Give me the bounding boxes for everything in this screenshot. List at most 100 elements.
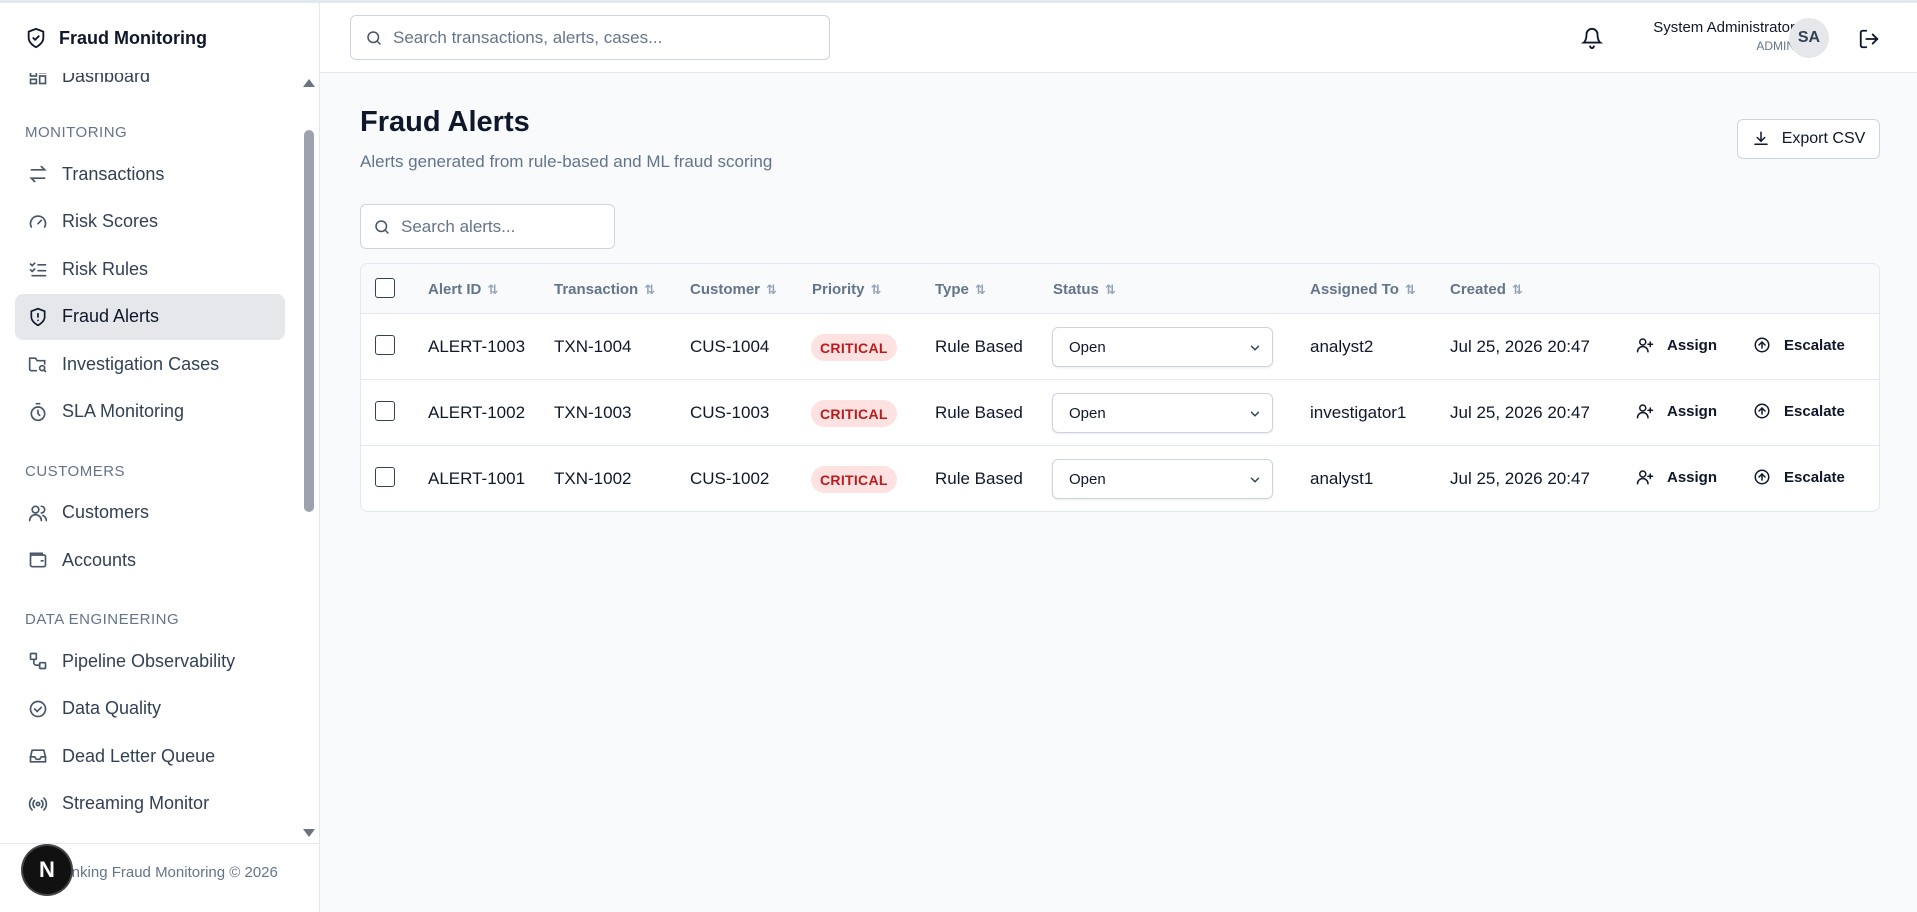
assigned-to-cell: investigator1 <box>1310 403 1407 422</box>
global-search-input[interactable] <box>393 27 813 48</box>
assign-button[interactable]: Assign <box>1636 402 1717 420</box>
sidebar-item-transactions[interactable]: Transactions <box>15 151 285 197</box>
column-type[interactable]: Type ⇅ <box>935 281 986 298</box>
column-label: Customer <box>690 281 761 298</box>
arrow-up-circle-icon <box>1754 337 1770 353</box>
timer-icon <box>30 402 46 421</box>
sidebar-item-risk-scores[interactable]: Risk Scores <box>15 199 285 245</box>
transaction-cell: TXN-1004 <box>554 337 632 356</box>
workflow-icon <box>29 652 47 670</box>
alerts-search-input[interactable] <box>401 216 601 237</box>
sidebar-item-dead-letter-queue[interactable]: Dead Letter Queue <box>15 733 285 779</box>
created-cell: Jul 25, 2026 20:47 <box>1450 469 1590 488</box>
user-plus-icon <box>1636 338 1654 353</box>
priority-badge: CRITICAL <box>811 400 897 427</box>
logout-icon[interactable] <box>1858 28 1880 50</box>
assign-button[interactable]: Assign <box>1636 336 1717 354</box>
arrows-exchange-icon <box>29 165 47 183</box>
export-csv-button[interactable]: Export CSV <box>1737 119 1880 159</box>
global-search[interactable] <box>350 15 830 60</box>
sidebar-item-fraud-alerts[interactable]: Fraud Alerts <box>15 293 285 340</box>
column-assigned-to[interactable]: Assigned To ⇅ <box>1310 281 1416 298</box>
sidebar-scrollbar[interactable] <box>300 73 318 843</box>
status-select[interactable]: Open <box>1052 393 1273 433</box>
sidebar: Fraud Monitoring Dashboard MONITORING Tr… <box>0 0 320 912</box>
row-checkbox[interactable] <box>375 467 395 487</box>
sidebar-item-label: Streaming Monitor <box>62 793 210 813</box>
sidebar-nav[interactable]: Dashboard MONITORING Transactions Risk S… <box>0 73 300 843</box>
escalate-button[interactable]: Escalate <box>1753 402 1845 420</box>
user-info: System Administrator ADMIN <box>1620 19 1795 53</box>
table-row[interactable]: ALERT-1001 TXN-1002 CUS-1002 CRITICAL Ru… <box>361 446 1879 511</box>
escalate-label: Escalate <box>1784 468 1845 486</box>
sidebar-item-risk-rules[interactable]: Risk Rules <box>15 246 285 292</box>
n-badge[interactable]: N <box>23 846 71 894</box>
user-role: ADMIN <box>1756 39 1795 53</box>
row-checkbox[interactable] <box>375 401 395 421</box>
sidebar-item-investigation-cases[interactable]: Investigation Cases <box>15 341 285 387</box>
column-label: Transaction <box>554 281 639 298</box>
status-select[interactable]: Open <box>1052 459 1273 499</box>
sidebar-item-label: Transactions <box>62 163 165 184</box>
select-all-checkbox[interactable] <box>375 278 395 298</box>
assign-button[interactable]: Assign <box>1636 468 1717 486</box>
chevron-down-icon <box>1250 477 1260 483</box>
escalate-label: Escalate <box>1784 402 1845 420</box>
sidebar-item-accounts[interactable]: Accounts <box>15 537 285 583</box>
row-checkbox[interactable] <box>375 335 395 355</box>
sidebar-item-streaming-monitor[interactable]: Streaming Monitor <box>15 781 285 827</box>
list-checks-icon <box>29 262 47 277</box>
users-icon <box>28 505 48 521</box>
sidebar-item-dashboard[interactable]: Dashboard <box>15 73 285 99</box>
escalate-button[interactable]: Escalate <box>1753 336 1845 354</box>
column-customer[interactable]: Customer ⇅ <box>690 281 777 298</box>
alert-id-cell: ALERT-1001 <box>428 469 526 488</box>
sidebar-item-sla-monitoring[interactable]: SLA Monitoring <box>15 389 285 435</box>
status-select[interactable]: Open <box>1052 327 1273 367</box>
bell-icon[interactable] <box>1581 27 1603 49</box>
wallet-icon <box>29 552 47 568</box>
column-status[interactable]: Status ⇅ <box>1053 281 1116 298</box>
nav-section-customers: CUSTOMERS <box>25 462 126 480</box>
customer-cell: CUS-1003 <box>690 403 770 422</box>
avatar[interactable]: SA <box>1789 18 1829 58</box>
alert-id-cell: ALERT-1002 <box>428 403 526 422</box>
page-title: Fraud Alerts <box>360 106 530 138</box>
top-header: System Administrator ADMIN SA <box>320 3 1917 73</box>
nav-section-data-engineering: DATA ENGINEERING <box>25 611 180 628</box>
shield-check-icon <box>27 27 45 49</box>
sidebar-item-pipeline-observability[interactable]: Pipeline Observability <box>15 638 285 684</box>
scroll-up-arrow[interactable] <box>303 79 315 87</box>
user-plus-icon <box>1636 404 1654 419</box>
column-alert-id[interactable]: Alert ID ⇅ <box>428 281 498 298</box>
brand-title: Fraud Monitoring <box>59 27 207 48</box>
column-label: Alert ID <box>428 281 482 298</box>
table-row[interactable]: ALERT-1002 TXN-1003 CUS-1003 CRITICAL Ru… <box>361 380 1879 446</box>
sidebar-item-customers[interactable]: Customers <box>15 490 285 536</box>
assign-label: Assign <box>1667 402 1718 420</box>
escalate-label: Escalate <box>1784 336 1845 354</box>
scroll-thumb[interactable] <box>304 130 314 512</box>
type-cell: Rule Based <box>935 469 1023 488</box>
sidebar-item-label: Pipeline Observability <box>62 650 236 671</box>
sidebar-item-data-quality[interactable]: Data Quality <box>15 686 285 732</box>
escalate-button[interactable]: Escalate <box>1753 468 1845 486</box>
status-value: Open <box>1069 404 1106 422</box>
table-row[interactable]: ALERT-1003 TXN-1004 CUS-1004 CRITICAL Ru… <box>361 314 1879 380</box>
sidebar-item-label: Risk Scores <box>62 211 159 231</box>
column-created[interactable]: Created ⇅ <box>1450 281 1523 298</box>
shield-alert-icon <box>30 307 46 326</box>
column-priority[interactable]: Priority ⇅ <box>812 281 881 298</box>
scroll-down-arrow[interactable] <box>303 829 315 837</box>
assigned-to-cell: analyst1 <box>1310 469 1374 488</box>
status-value: Open <box>1069 470 1106 488</box>
sidebar-item-label: Dead Letter Queue <box>62 745 216 766</box>
created-cell: Jul 25, 2026 20:47 <box>1450 337 1590 356</box>
sidebar-item-label: Fraud Alerts <box>62 306 160 326</box>
arrow-up-circle-icon <box>1754 403 1770 419</box>
column-transaction[interactable]: Transaction ⇅ <box>554 281 655 298</box>
assign-label: Assign <box>1667 468 1718 486</box>
brand[interactable]: Fraud Monitoring <box>0 3 319 73</box>
alerts-search[interactable] <box>360 204 615 249</box>
column-label: Priority <box>812 281 865 298</box>
